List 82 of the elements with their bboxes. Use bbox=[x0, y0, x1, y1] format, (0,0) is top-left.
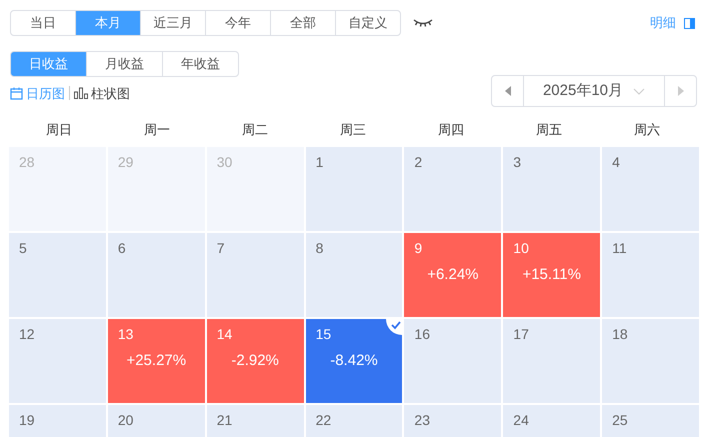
return-percentage: -8.42% bbox=[329, 351, 379, 371]
day-number: 23 bbox=[414, 411, 430, 430]
calendar-day-cell[interactable]: 15 -8.42% bbox=[306, 319, 402, 403]
day-number: 13 bbox=[118, 325, 134, 344]
calendar-day-cell[interactable]: 8 bbox=[306, 233, 402, 317]
weekday-label: 周二 bbox=[241, 121, 269, 140]
calendar-day-cell[interactable]: 23 bbox=[404, 405, 502, 437]
income-tab[interactable]: 年收益 bbox=[162, 51, 239, 77]
day-number: 1 bbox=[316, 153, 324, 172]
day-number: 16 bbox=[414, 325, 430, 344]
calendar-day-cell[interactable]: 4 bbox=[602, 147, 699, 231]
day-number: 24 bbox=[513, 411, 529, 430]
calendar-day-cell[interactable]: 2 bbox=[404, 147, 502, 231]
bar-chart-icon bbox=[74, 87, 88, 100]
day-number: 4 bbox=[612, 153, 620, 172]
day-number: 25 bbox=[612, 411, 628, 430]
calendar-icon bbox=[10, 86, 23, 100]
day-number: 6 bbox=[118, 239, 126, 258]
day-number: 22 bbox=[316, 411, 332, 430]
range-tab[interactable]: 本月 bbox=[75, 10, 141, 36]
day-number: 19 bbox=[19, 411, 35, 430]
calendar-day-cell[interactable]: 16 bbox=[404, 319, 502, 403]
return-percentage: -2.92% bbox=[230, 351, 280, 371]
day-number: 3 bbox=[513, 153, 522, 172]
calendar-day-cell[interactable]: 12 bbox=[9, 319, 106, 403]
day-number: 17 bbox=[513, 325, 529, 344]
view-toggle[interactable]: 柱状图 bbox=[74, 84, 130, 103]
weekday-label: 周五 bbox=[535, 121, 563, 140]
day-number: 2 bbox=[414, 153, 422, 172]
calendar-day-cell[interactable]: 10 +15.11% bbox=[503, 233, 600, 317]
range-tab[interactable]: 自定义 bbox=[335, 10, 401, 36]
weekday-label: 周三 bbox=[339, 121, 367, 140]
range-tab[interactable]: 今年 bbox=[205, 10, 271, 36]
calendar-day-cell[interactable]: 7 bbox=[206, 233, 304, 317]
weekday-label: 周四 bbox=[437, 121, 465, 140]
calendar-day-cell[interactable]: 25 bbox=[602, 405, 699, 437]
calendar-day-cell[interactable]: 18 bbox=[602, 319, 699, 403]
weekday-label: 周六 bbox=[633, 121, 661, 140]
day-number: 21 bbox=[216, 411, 232, 430]
return-percentage: +25.27% bbox=[125, 351, 188, 371]
day-number: 15 bbox=[316, 325, 332, 344]
day-number: 30 bbox=[216, 153, 232, 172]
calendar-day-cell[interactable]: 22 bbox=[306, 405, 402, 437]
calendar-day-cell[interactable]: 19 bbox=[9, 405, 106, 437]
view-toggle[interactable]: 日历图 bbox=[10, 84, 65, 103]
calendar-day-cell[interactable]: 13 +25.27% bbox=[108, 319, 205, 403]
range-tab[interactable]: 近三月 bbox=[140, 10, 206, 36]
calendar-day-cell[interactable]: 20 bbox=[108, 405, 205, 437]
day-number: 8 bbox=[316, 239, 324, 258]
day-number: 12 bbox=[19, 325, 35, 344]
return-percentage: +6.24% bbox=[426, 265, 480, 285]
calendar-day-cell[interactable]: 1 bbox=[306, 147, 402, 231]
calendar-day-cell[interactable]: 3 bbox=[503, 147, 600, 231]
calendar-day-cell[interactable]: 21 bbox=[206, 405, 304, 437]
day-number: 10 bbox=[513, 239, 529, 258]
check-icon bbox=[386, 319, 402, 335]
weekday-label: 周一 bbox=[143, 121, 171, 140]
day-number: 14 bbox=[216, 325, 232, 344]
day-number: 7 bbox=[216, 239, 224, 258]
day-number: 29 bbox=[118, 153, 134, 172]
day-number: 18 bbox=[612, 325, 628, 344]
range-tab[interactable]: 当日 bbox=[10, 10, 76, 36]
day-number: 5 bbox=[19, 239, 27, 258]
day-number: 20 bbox=[118, 411, 134, 430]
day-number: 9 bbox=[414, 239, 422, 258]
day-number: 28 bbox=[19, 153, 35, 172]
range-tab[interactable]: 全部 bbox=[270, 10, 336, 36]
calendar-day-cell[interactable]: 24 bbox=[503, 405, 600, 437]
income-tab[interactable]: 日收益 bbox=[10, 51, 87, 77]
calendar-day-cell[interactable]: 6 bbox=[108, 233, 205, 317]
closed-eye-icon[interactable] bbox=[413, 18, 433, 28]
calendar-day-cell[interactable]: 9 +6.24% bbox=[404, 233, 502, 317]
income-tab[interactable]: 月收益 bbox=[86, 51, 163, 77]
calendar-day-cell[interactable]: 14 -2.92% bbox=[206, 319, 304, 403]
weekday-label: 周日 bbox=[45, 121, 73, 140]
return-percentage: +15.11% bbox=[521, 265, 582, 285]
detail-link[interactable]: 明细 bbox=[650, 13, 676, 33]
day-number: 11 bbox=[612, 239, 627, 258]
calendar-day-cell[interactable]: 11 bbox=[602, 233, 699, 317]
panel-toggle-icon[interactable] bbox=[684, 18, 695, 28]
calendar-day-cell[interactable]: 17 bbox=[503, 319, 600, 403]
calendar-day-cell[interactable]: 5 bbox=[9, 233, 106, 317]
